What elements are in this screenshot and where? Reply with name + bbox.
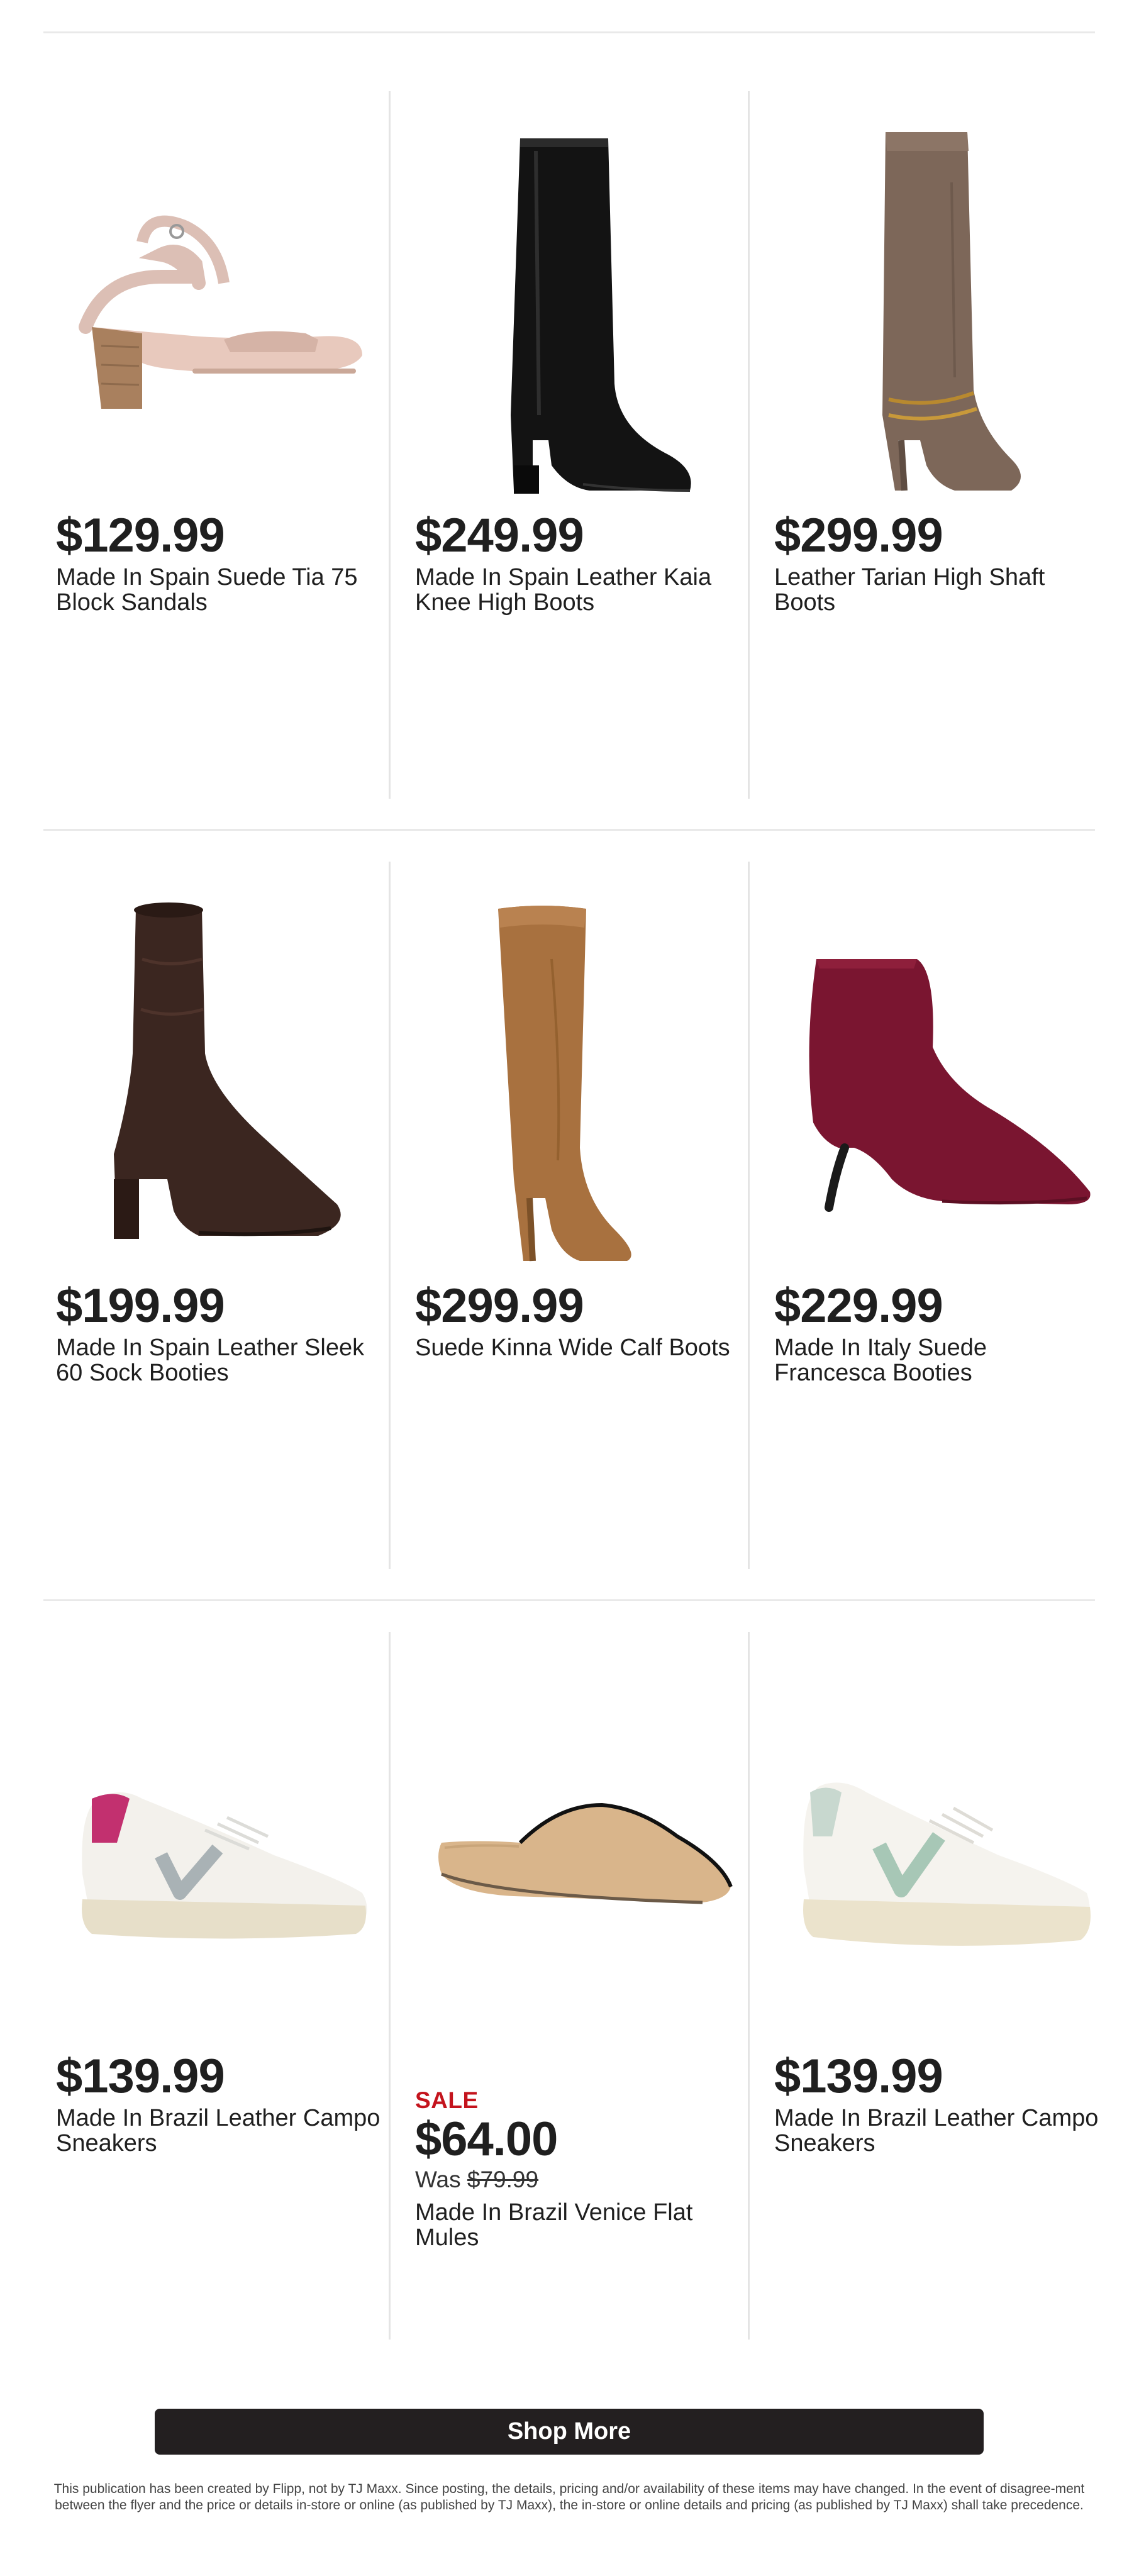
product-name-line: Made In Spain Suede Tia 75	[56, 564, 358, 591]
sock-bootie-image	[113, 902, 341, 1239]
product-name-line: Made In Italy Suede	[774, 1335, 987, 1361]
sneaker-image	[803, 1782, 1091, 1946]
product-name-line: Made In Brazil Leather Campo	[774, 2105, 1099, 2131]
was-price: Was $79.99	[415, 2166, 755, 2194]
product-name-line: Boots	[774, 589, 836, 616]
sandal-image	[78, 215, 362, 409]
product-info: $139.99 Made In Brazil Leather Campo Sne…	[774, 2050, 1114, 2157]
row-divider	[43, 829, 1095, 831]
row-divider	[43, 1599, 1095, 1601]
original-price: $79.99	[467, 2167, 539, 2192]
product-name-line: Made In Spain Leather Sleek	[56, 1335, 365, 1361]
product-name[interactable]: Suede Kinna Wide Calf Boots	[415, 1335, 755, 1360]
kitten-heel-bootie-image	[809, 959, 1091, 1212]
product-card[interactable]: $229.99 Made In Italy Suede Francesca Bo…	[762, 865, 1122, 1569]
product-name-line: Francesca Booties	[774, 1360, 972, 1386]
product-name-line: Made In Brazil Leather Campo	[56, 2105, 381, 2131]
product-name-line: 60 Sock Booties	[56, 1360, 229, 1386]
product-price: $249.99	[415, 509, 584, 562]
high-shaft-boot-image	[882, 132, 1021, 491]
product-info: $299.99 Leather Tarian High Shaft Boots	[774, 509, 1114, 616]
product-card[interactable]: $199.99 Made In Spain Leather Sleek 60 S…	[43, 865, 404, 1569]
product-card[interactable]: $299.99 Suede Kinna Wide Calf Boots	[403, 865, 763, 1569]
product-image[interactable]	[762, 865, 1122, 1305]
product-info: $249.99 Made In Spain Leather Kaia Knee …	[415, 509, 755, 616]
product-price: $139.99	[774, 2050, 943, 2103]
sale-label: SALE	[415, 2087, 479, 2113]
product-name-line: Made In Spain Leather Kaia	[415, 564, 712, 591]
product-name-line: Block Sandals	[56, 589, 208, 616]
product-info: $229.99 Made In Italy Suede Francesca Bo…	[774, 1279, 1114, 1386]
was-label: Was	[415, 2167, 461, 2192]
product-name[interactable]: Made In Italy Suede Francesca Booties	[774, 1335, 1114, 1385]
product-name-line: Made In Brazil Venice Flat	[415, 2199, 693, 2226]
suede-boot-image	[497, 906, 631, 1262]
product-price: $229.99	[774, 1279, 943, 1333]
product-info: $199.99 Made In Spain Leather Sleek 60 S…	[56, 1279, 396, 1386]
product-card[interactable]: $249.99 Made In Spain Leather Kaia Knee …	[403, 94, 763, 799]
product-image[interactable]	[403, 1635, 763, 2075]
product-image[interactable]	[43, 1635, 404, 2075]
top-divider	[43, 31, 1095, 33]
product-name[interactable]: Leather Tarian High Shaft Boots	[774, 565, 1114, 615]
product-name[interactable]: Made In Brazil Venice Flat Mules	[415, 2200, 755, 2250]
product-image[interactable]	[43, 94, 404, 535]
sneaker-image	[81, 1792, 367, 1939]
product-price: $199.99	[56, 1279, 225, 1333]
product-name[interactable]: Made In Brazil Leather Campo Sneakers	[774, 2106, 1114, 2156]
product-price: $129.99	[56, 509, 225, 562]
product-image[interactable]	[762, 94, 1122, 535]
product-image[interactable]	[762, 1635, 1122, 2075]
product-name-line: Mules	[415, 2224, 479, 2251]
product-info: SALE $64.00 Was $79.99 Made In Brazil Ve…	[415, 2087, 755, 2251]
product-name[interactable]: Made In Spain Leather Sleek 60 Sock Boot…	[56, 1335, 396, 1385]
product-card[interactable]: $129.99 Made In Spain Suede Tia 75 Block…	[43, 94, 404, 799]
product-name-line: Knee High Boots	[415, 589, 595, 616]
shop-more-button[interactable]: Shop More	[155, 2409, 984, 2455]
product-price: $139.99	[56, 2050, 225, 2103]
product-name[interactable]: Made In Brazil Leather Campo Sneakers	[56, 2106, 396, 2156]
product-card[interactable]: $139.99 Made In Brazil Leather Campo Sne…	[43, 1635, 404, 2340]
product-name[interactable]: Made In Spain Leather Kaia Knee High Boo…	[415, 565, 755, 615]
disclaimer-text: This publication has been created by Fli…	[53, 2482, 1085, 2512]
product-info: $139.99 Made In Brazil Leather Campo Sne…	[56, 2050, 396, 2157]
product-image[interactable]	[43, 865, 404, 1305]
product-name[interactable]: Made In Spain Suede Tia 75 Block Sandals	[56, 565, 396, 615]
product-name-line: Sneakers	[56, 2130, 157, 2157]
product-info: $129.99 Made In Spain Suede Tia 75 Block…	[56, 509, 396, 616]
product-card[interactable]: $299.99 Leather Tarian High Shaft Boots	[762, 94, 1122, 799]
product-price: $64.00	[415, 2112, 558, 2166]
product-card[interactable]: SALE $64.00 Was $79.99 Made In Brazil Ve…	[403, 1635, 763, 2340]
product-name-line: Suede Kinna Wide Calf Boots	[415, 1335, 730, 1361]
product-price: $299.99	[415, 1279, 584, 1333]
product-card[interactable]: $139.99 Made In Brazil Leather Campo Sne…	[762, 1635, 1122, 2340]
product-name-line: Sneakers	[774, 2130, 875, 2157]
product-image[interactable]	[403, 94, 763, 535]
product-price: $299.99	[774, 509, 943, 562]
mule-image	[438, 1802, 733, 1904]
knee-boot-image	[510, 138, 691, 494]
product-name-line: Leather Tarian High Shaft	[774, 564, 1045, 591]
product-image[interactable]	[403, 865, 763, 1305]
product-info: $299.99 Suede Kinna Wide Calf Boots	[415, 1279, 755, 1361]
